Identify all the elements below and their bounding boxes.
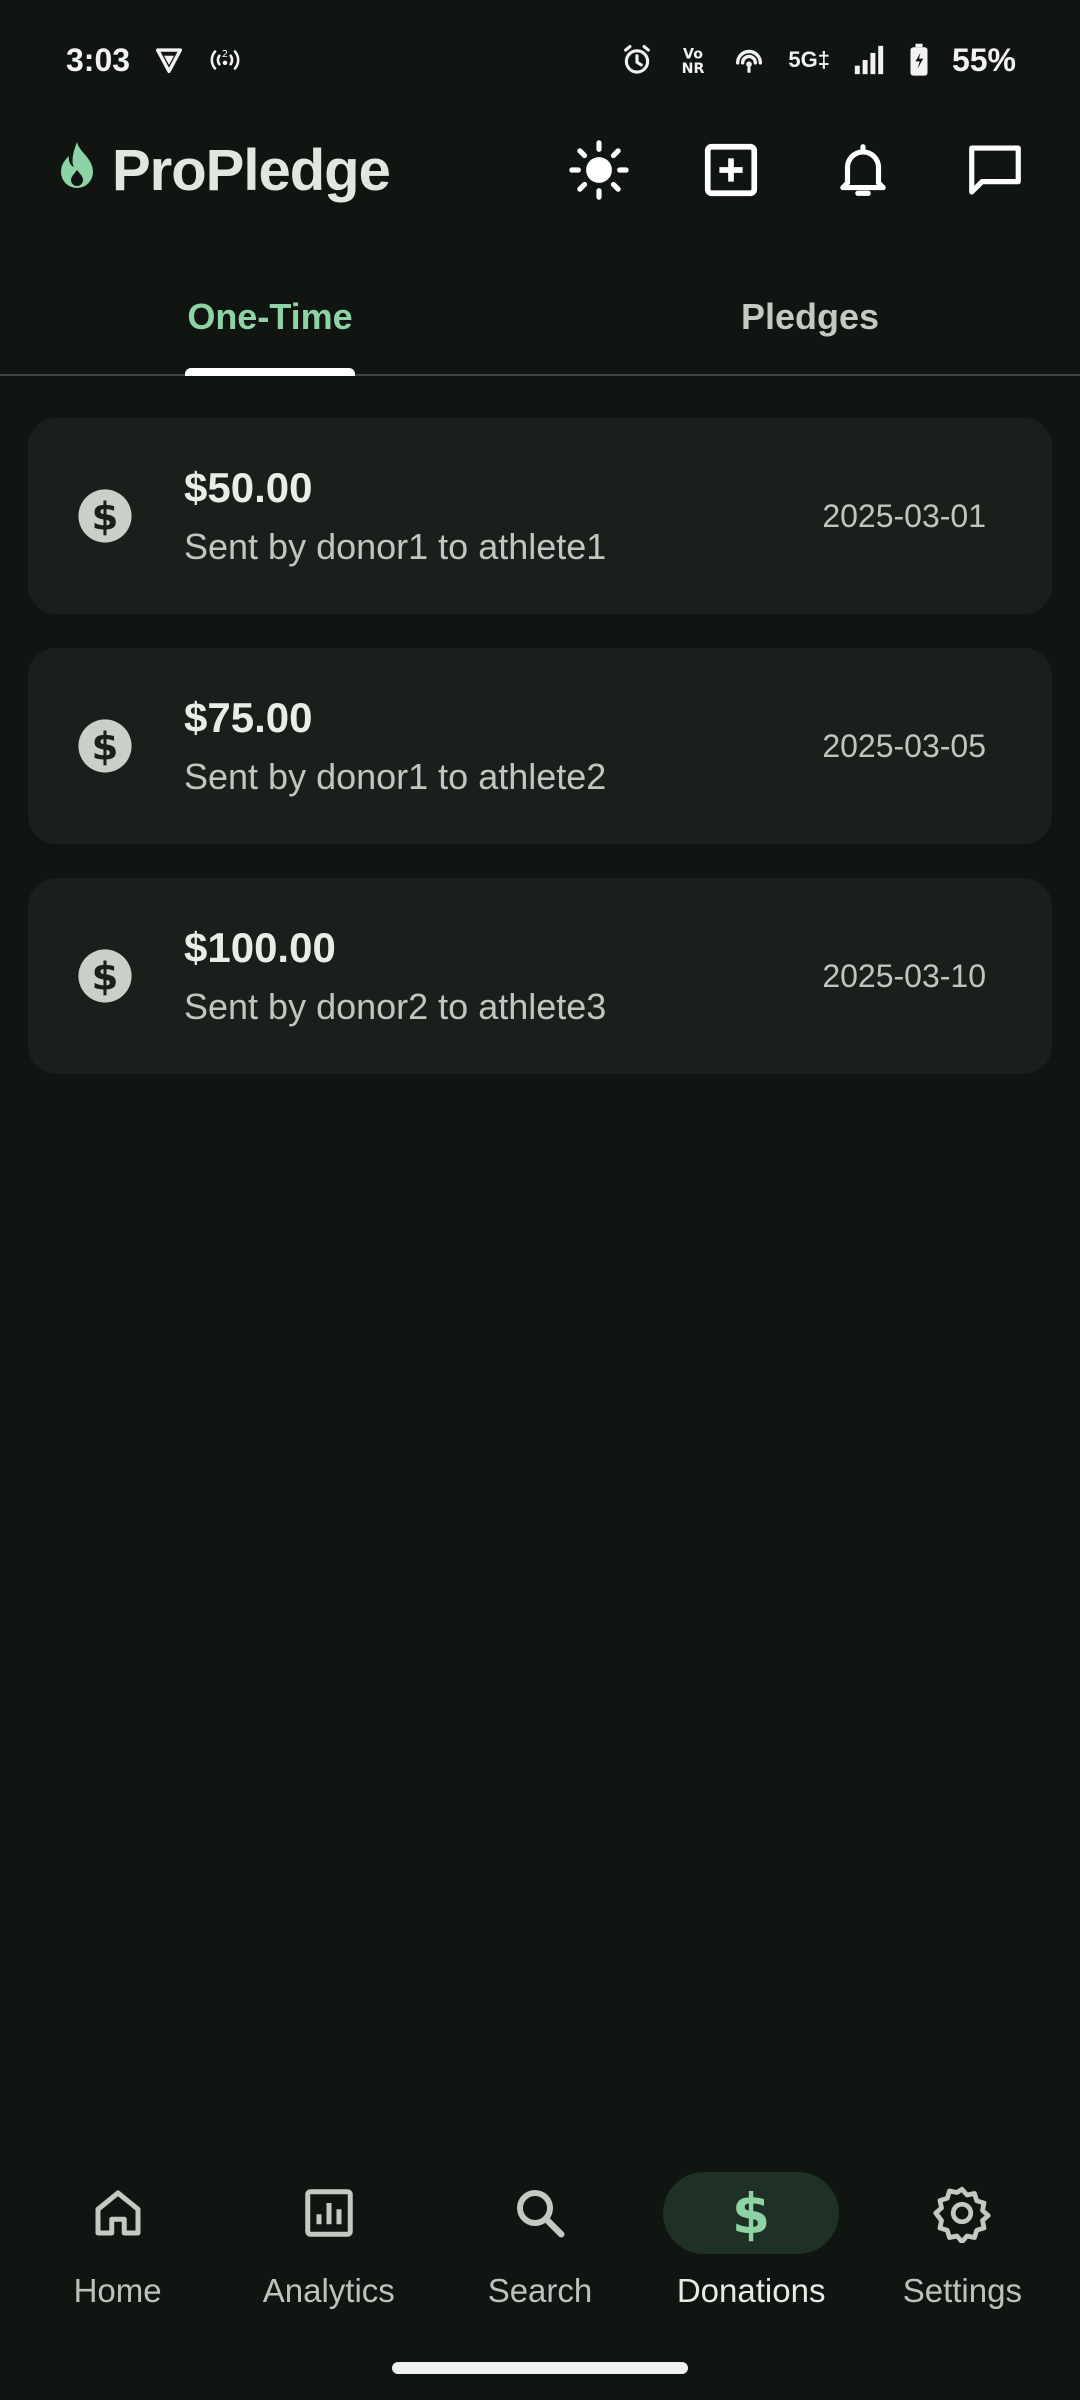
gear-icon: [933, 2186, 991, 2243]
bottom-navigation: Home Analytics Search $ Donations Settin…: [0, 2160, 1080, 2310]
nav-item-home[interactable]: Home: [18, 2160, 218, 2310]
nav-item-settings[interactable]: Settings: [862, 2160, 1062, 2310]
status-time: 3:03: [66, 41, 131, 78]
donation-description: Sent by donor2 to athlete3: [184, 986, 607, 1027]
nav-icon-container: $: [663, 2172, 840, 2254]
svg-text:NR: NR: [682, 61, 705, 77]
nav-item-donations[interactable]: $ Donations: [651, 2160, 851, 2310]
donation-description: Sent by donor1 to athlete1: [184, 526, 607, 567]
analytics-icon: [305, 2189, 353, 2237]
app-title: ProPledge: [112, 137, 391, 203]
wifi-calling-icon: [732, 43, 766, 77]
donation-amount: $100.00: [184, 924, 336, 971]
theme-toggle-icon: [569, 140, 629, 200]
donation-card[interactable]: $ $75.00 Sent by donor1 to athlete2 2025…: [28, 648, 1052, 844]
nav-item-analytics[interactable]: Analytics: [229, 2160, 429, 2310]
donation-info: $100.00 Sent by donor2 to athlete3: [184, 924, 822, 1028]
home-indicator[interactable]: [392, 2362, 688, 2374]
donation-date: 2025-03-01: [822, 497, 986, 534]
donation-card[interactable]: $ $50.00 Sent by donor1 to athlete1 2025…: [28, 418, 1052, 614]
status-bar: 3:03 2 Vo NR 5G‡ 55%: [0, 0, 1080, 120]
tab-indicator: [185, 368, 355, 376]
tab-label: Pledges: [740, 296, 880, 337]
battery-percent: 55%: [951, 41, 1016, 78]
home-icon: [95, 2190, 141, 2236]
nav-icon-container: [874, 2172, 1050, 2254]
nav-item-search[interactable]: Search: [440, 2160, 640, 2310]
search-icon: [516, 2190, 565, 2238]
nav-icon-container: [452, 2172, 628, 2254]
donation-amount: $50.00: [184, 464, 313, 511]
donation-date: 2025-03-10: [822, 957, 986, 994]
donation-card[interactable]: $ $100.00 Sent by donor2 to athlete3 202…: [28, 878, 1052, 1074]
status-right: Vo NR 5G‡ 55%: [620, 42, 1016, 79]
notifications-button[interactable]: [828, 135, 898, 205]
dollar-icon: $: [732, 2183, 770, 2243]
nav-icon-container: [241, 2172, 417, 2254]
dollar-circle-icon: $: [78, 489, 132, 543]
nav-label: Donations: [676, 2272, 826, 2309]
dollar-circle-icon: $: [78, 949, 132, 1003]
messages-button[interactable]: [960, 135, 1030, 205]
flame-icon: [52, 140, 102, 201]
svg-text:$: $: [732, 2183, 770, 2243]
network-type: 5G‡: [788, 47, 830, 72]
svg-text:2: 2: [222, 49, 228, 60]
alarm-icon: [620, 43, 654, 77]
nav-label: Home: [73, 2272, 162, 2309]
messages-icon: [969, 145, 1021, 195]
tab-one-time[interactable]: One-Time: [0, 260, 540, 376]
vonr-icon: Vo NR: [676, 43, 710, 77]
signal-icon: [852, 43, 886, 77]
tab-pledges[interactable]: Pledges: [540, 260, 1080, 374]
donation-description: Sent by donor1 to athlete2: [184, 756, 607, 797]
donation-info: $75.00 Sent by donor1 to athlete2: [184, 694, 822, 798]
status-left: 3:03 2: [66, 42, 242, 79]
theme-toggle-button[interactable]: [564, 135, 634, 205]
nav-icon-container: [30, 2172, 206, 2254]
dollar-circle-icon: $: [78, 719, 132, 773]
donation-amount: $75.00: [184, 694, 313, 741]
nav-label: Settings: [902, 2272, 1022, 2309]
app-bar: ProPledge: [0, 120, 1080, 220]
svg-text:$: $: [92, 494, 119, 539]
nav-label: Analytics: [262, 2272, 395, 2309]
donation-date: 2025-03-05: [822, 727, 986, 764]
add-button[interactable]: [696, 135, 766, 205]
tab-label: One-Time: [187, 296, 353, 337]
app-actions: [564, 135, 1030, 205]
nav-label: Search: [487, 2272, 593, 2309]
battery-icon: [908, 43, 930, 77]
donation-list: $ $50.00 Sent by donor1 to athlete1 2025…: [28, 418, 1052, 1074]
vpn-shield-icon: [152, 43, 186, 77]
app-logo: ProPledge: [52, 137, 564, 204]
tab-bar: One-Time Pledges: [0, 260, 1080, 376]
svg-text:$: $: [92, 954, 119, 999]
svg-text:$: $: [92, 724, 119, 769]
donation-info: $50.00 Sent by donor1 to athlete1: [184, 464, 822, 568]
notifications-bell-icon: [840, 144, 886, 196]
hotspot-icon: 2: [208, 43, 242, 77]
add-box-icon: [704, 143, 758, 197]
